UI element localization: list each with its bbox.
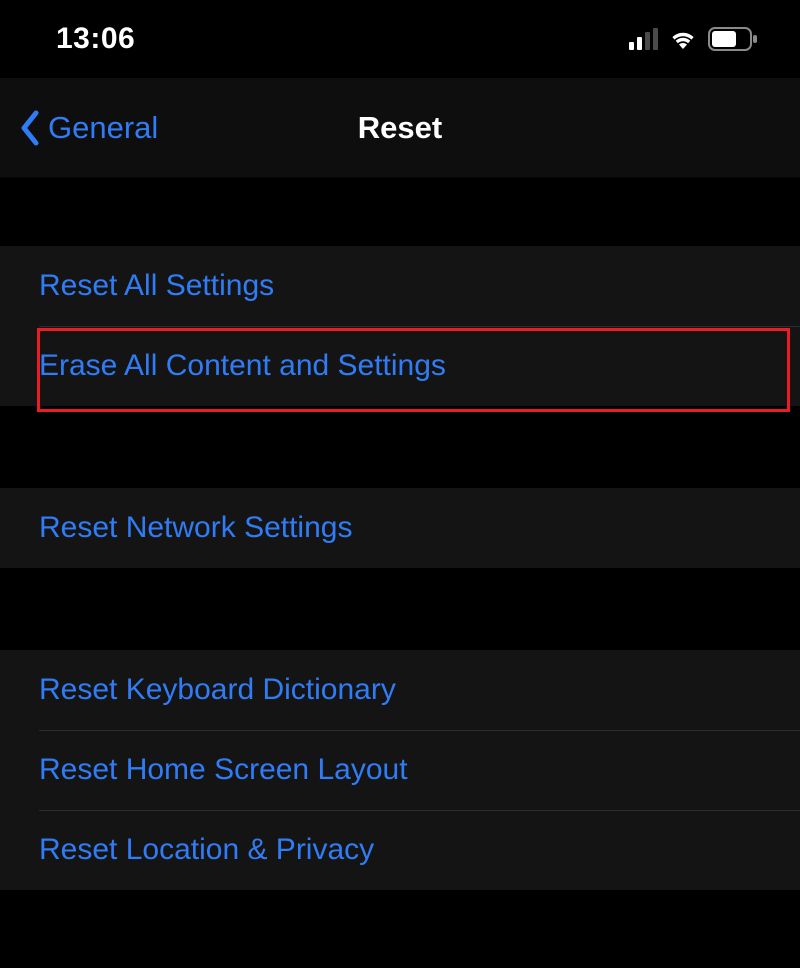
row-label: Reset Home Screen Layout bbox=[39, 753, 408, 787]
back-button[interactable]: General bbox=[18, 78, 158, 177]
reset-all-settings-row[interactable]: Reset All Settings bbox=[0, 246, 800, 326]
back-label: General bbox=[48, 110, 158, 146]
row-label: Reset Keyboard Dictionary bbox=[39, 673, 396, 707]
settings-group-1: Reset All Settings Erase All Content and… bbox=[0, 246, 800, 406]
reset-location-privacy-row[interactable]: Reset Location & Privacy bbox=[0, 810, 800, 890]
status-time: 13:06 bbox=[56, 22, 135, 56]
settings-group-2: Reset Network Settings bbox=[0, 488, 800, 568]
chevron-left-icon bbox=[18, 109, 42, 147]
status-icons bbox=[629, 27, 758, 51]
spacer bbox=[0, 178, 800, 246]
row-label: Reset Location & Privacy bbox=[39, 833, 374, 867]
spacer bbox=[0, 406, 800, 488]
wifi-icon bbox=[668, 28, 698, 50]
battery-icon bbox=[708, 27, 758, 51]
spacer bbox=[0, 568, 800, 650]
reset-keyboard-dictionary-row[interactable]: Reset Keyboard Dictionary bbox=[0, 650, 800, 730]
status-bar: 13:06 bbox=[0, 0, 800, 78]
row-label: Reset Network Settings bbox=[39, 511, 352, 545]
cellular-signal-icon bbox=[629, 28, 658, 50]
erase-all-content-row[interactable]: Erase All Content and Settings bbox=[0, 326, 800, 406]
navigation-bar: General Reset bbox=[0, 78, 800, 178]
reset-home-screen-layout-row[interactable]: Reset Home Screen Layout bbox=[0, 730, 800, 810]
settings-group-3: Reset Keyboard Dictionary Reset Home Scr… bbox=[0, 650, 800, 890]
row-label: Erase All Content and Settings bbox=[39, 349, 446, 383]
reset-network-settings-row[interactable]: Reset Network Settings bbox=[0, 488, 800, 568]
row-label: Reset All Settings bbox=[39, 269, 274, 303]
